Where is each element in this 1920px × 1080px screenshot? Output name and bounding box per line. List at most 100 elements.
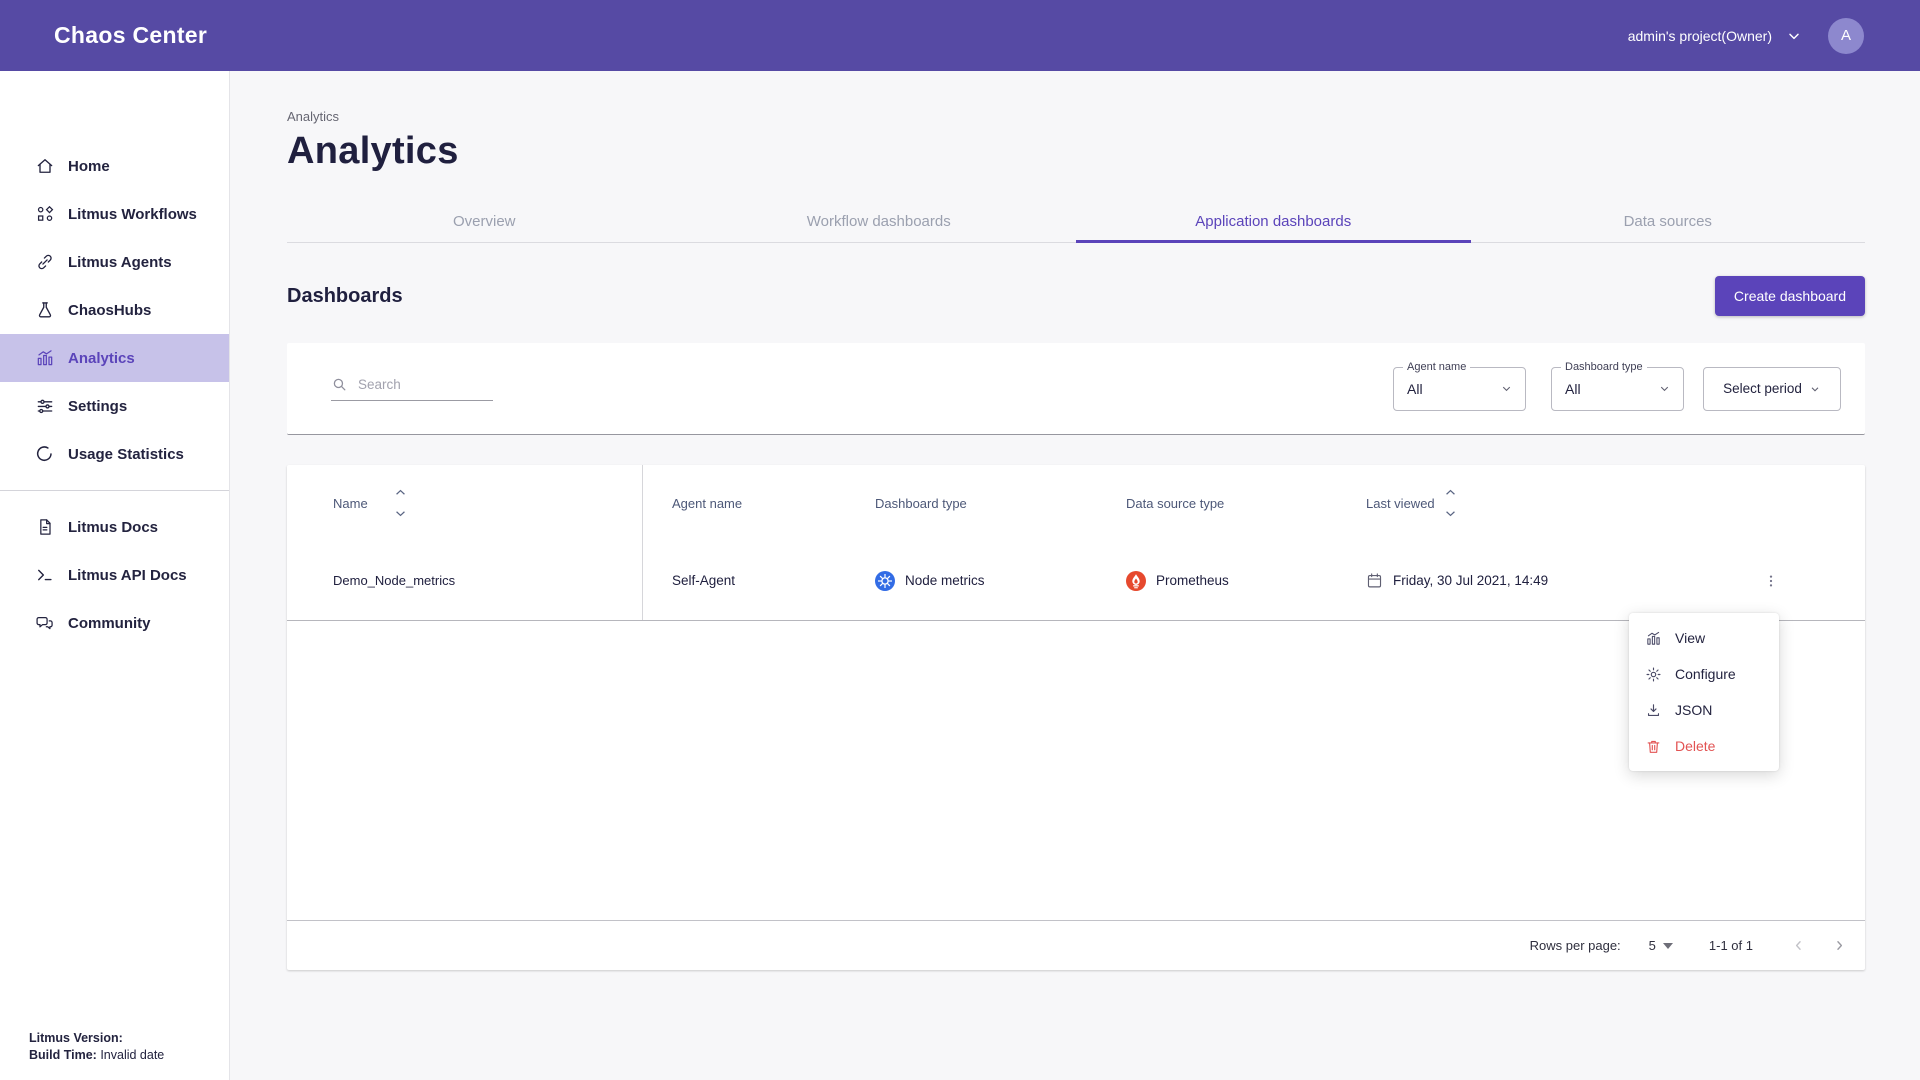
tab-application-dashboards[interactable]: Application dashboards: [1076, 200, 1471, 242]
chat-bubbles-icon: [35, 613, 55, 633]
column-header-last-viewed: Last viewed: [1337, 465, 1727, 541]
sliders-icon: [35, 396, 55, 416]
sidebar-item-label: Litmus Workflows: [68, 206, 197, 223]
column-header-data-source-type: Data source type: [1097, 465, 1337, 541]
sidebar-item-label: Home: [68, 158, 110, 175]
sort-desc-icon[interactable]: [395, 510, 406, 517]
breadcrumb: Analytics: [287, 109, 1865, 124]
sidebar-item-label: Settings: [68, 398, 127, 415]
menu-item-label: View: [1675, 630, 1705, 646]
menu-item-label: Delete: [1675, 738, 1715, 754]
build-time-label: Build Time:: [29, 1048, 97, 1062]
link-icon: [35, 252, 55, 272]
cell-name: Demo_Node_metrics: [287, 541, 643, 620]
sort-asc-icon[interactable]: [1445, 489, 1456, 496]
create-dashboard-button[interactable]: Create dashboard: [1715, 276, 1865, 316]
menu-item-delete[interactable]: Delete: [1629, 728, 1779, 764]
version-label: Litmus Version:: [29, 1031, 123, 1045]
tab-data-sources[interactable]: Data sources: [1471, 200, 1866, 242]
cell-data-source-type: Prometheus: [1097, 541, 1337, 620]
menu-item-label: JSON: [1675, 702, 1712, 718]
terminal-icon: [35, 565, 55, 585]
search-input[interactable]: [358, 377, 493, 392]
cell-last-viewed: Friday, 30 Jul 2021, 14:49: [1337, 541, 1727, 620]
column-header-dashboard-type: Dashboard type: [846, 465, 1097, 541]
main-content: Analytics Analytics Overview Workflow da…: [230, 71, 1920, 1080]
sidebar-item-label: Analytics: [68, 350, 135, 367]
chevron-down-icon[interactable]: [1786, 28, 1802, 44]
top-header: Chaos Center admin's project(Owner) A: [0, 0, 1920, 71]
select-period-button[interactable]: Select period: [1703, 367, 1841, 411]
dashboard-type-select[interactable]: Dashboard type All: [1551, 367, 1684, 411]
kubernetes-node-icon: [875, 571, 895, 591]
sort-control-last-viewed: [1445, 489, 1456, 517]
sidebar-item-usage-statistics[interactable]: Usage Statistics: [0, 430, 229, 478]
sort-desc-icon[interactable]: [1445, 510, 1456, 517]
sidebar-item-analytics[interactable]: Analytics: [0, 334, 229, 382]
column-header-name: Name: [287, 465, 643, 541]
tab-bar: Overview Workflow dashboards Application…: [287, 200, 1865, 243]
sidebar-item-label: Usage Statistics: [68, 446, 184, 463]
project-selector[interactable]: admin's project(Owner): [1628, 28, 1772, 44]
sidebar-item-chaoshubs[interactable]: ChaosHubs: [0, 286, 229, 334]
dashboard-type-label: Dashboard type: [1561, 361, 1647, 373]
column-label: Dashboard type: [875, 496, 967, 511]
menu-item-label: Configure: [1675, 666, 1736, 682]
agent-name-label: Agent name: [1403, 361, 1470, 373]
sidebar: Home Litmus Workflows Litmus Agents Chao…: [0, 71, 230, 1080]
sidebar-item-litmus-api-docs[interactable]: Litmus API Docs: [0, 551, 229, 599]
menu-item-configure[interactable]: Configure: [1629, 656, 1779, 692]
download-icon: [1645, 702, 1662, 719]
agent-name-select[interactable]: Agent name All: [1393, 367, 1526, 411]
kebab-menu-icon[interactable]: [1756, 566, 1786, 596]
sort-control-name: [395, 489, 406, 517]
column-header-agent-name: Agent name: [643, 465, 846, 541]
search-icon: [331, 376, 348, 393]
menu-item-view[interactable]: View: [1629, 620, 1779, 656]
sort-asc-icon[interactable]: [395, 489, 406, 496]
bar-chart-icon: [35, 348, 55, 368]
sidebar-item-litmus-agents[interactable]: Litmus Agents: [0, 238, 229, 286]
sidebar-item-community[interactable]: Community: [0, 599, 229, 647]
cell-dashboard-type: Node metrics: [846, 541, 1097, 620]
sidebar-item-home[interactable]: Home: [0, 142, 229, 190]
tab-overview[interactable]: Overview: [287, 200, 682, 242]
table-row[interactable]: Demo_Node_metrics Self-Agent Node metric…: [287, 541, 1865, 621]
chevron-down-icon: [1500, 382, 1513, 395]
dashboards-table-card: Name Agent name Dashboard type Data sour…: [287, 465, 1865, 970]
document-icon: [35, 517, 55, 537]
dashboard-type-value: All: [1565, 381, 1658, 397]
chevron-down-icon: [1809, 383, 1821, 395]
select-period-label: Select period: [1723, 381, 1802, 396]
column-label: Name: [333, 496, 368, 511]
sidebar-item-label: Litmus Docs: [68, 519, 158, 536]
menu-item-json[interactable]: JSON: [1629, 692, 1779, 728]
sidebar-item-litmus-docs[interactable]: Litmus Docs: [0, 503, 229, 551]
dashboards-section-head: Dashboards Create dashboard: [287, 276, 1865, 316]
sidebar-item-settings[interactable]: Settings: [0, 382, 229, 430]
last-viewed-text: Friday, 30 Jul 2021, 14:49: [1393, 573, 1548, 588]
page-title: Analytics: [287, 130, 1865, 173]
flask-icon: [35, 300, 55, 320]
section-title: Dashboards: [287, 285, 403, 308]
gear-icon: [1645, 666, 1662, 683]
build-info: Litmus Version: Build Time: Invalid date: [29, 1030, 164, 1064]
rows-per-page-select[interactable]: 5: [1649, 938, 1673, 953]
previous-page-button[interactable]: [1791, 938, 1806, 953]
cell-agent-name: Self-Agent: [643, 541, 846, 620]
next-page-button[interactable]: [1832, 938, 1847, 953]
page-body: Home Litmus Workflows Litmus Agents Chao…: [0, 71, 1920, 1080]
app-title: Chaos Center: [54, 22, 207, 49]
sidebar-item-litmus-workflows[interactable]: Litmus Workflows: [0, 190, 229, 238]
data-source-text: Prometheus: [1156, 573, 1229, 588]
home-icon: [35, 156, 55, 176]
agent-name-value: All: [1407, 381, 1500, 397]
table-header-row: Name Agent name Dashboard type Data sour…: [287, 465, 1865, 541]
header-right: admin's project(Owner) A: [1628, 18, 1864, 54]
tab-workflow-dashboards[interactable]: Workflow dashboards: [682, 200, 1077, 242]
workflows-icon: [35, 204, 55, 224]
sidebar-item-label: ChaosHubs: [68, 302, 151, 319]
avatar[interactable]: A: [1828, 18, 1864, 54]
column-label: Agent name: [672, 496, 742, 511]
sidebar-item-label: Litmus Agents: [68, 254, 172, 271]
